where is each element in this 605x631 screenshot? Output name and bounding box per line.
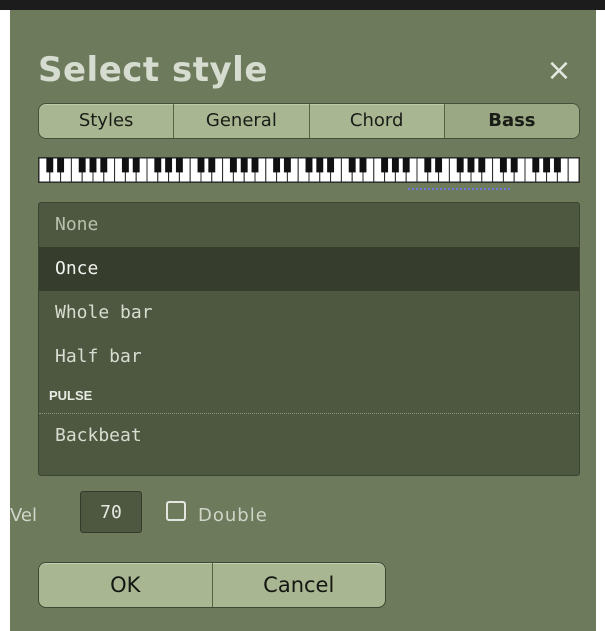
- piano-black-key[interactable]: [478, 158, 486, 173]
- piano-black-key[interactable]: [327, 158, 335, 173]
- dialog-title: Select style: [38, 50, 268, 90]
- piano-black-key[interactable]: [391, 158, 399, 173]
- piano-black-key[interactable]: [348, 158, 356, 173]
- piano-black-key[interactable]: [381, 158, 389, 173]
- piano-black-key[interactable]: [100, 158, 108, 173]
- list-item-backbeat[interactable]: Backbeat: [39, 414, 579, 458]
- window-top-bar: [0, 0, 605, 10]
- list-item-half-bar[interactable]: Half bar: [39, 335, 579, 379]
- piano-black-key[interactable]: [46, 158, 54, 173]
- piano-black-key[interactable]: [154, 158, 162, 173]
- tab-styles[interactable]: Styles: [39, 104, 175, 138]
- select-style-dialog: Select style × Styles General Chord Bass…: [10, 10, 596, 631]
- piano-black-key[interactable]: [175, 158, 183, 173]
- close-icon[interactable]: ×: [544, 56, 574, 87]
- piano-black-key[interactable]: [229, 158, 237, 173]
- dialog-buttons: OK Cancel: [38, 562, 386, 608]
- piano-black-key[interactable]: [424, 158, 432, 173]
- piano-black-key[interactable]: [121, 158, 129, 173]
- piano-black-key[interactable]: [456, 158, 464, 173]
- cancel-button[interactable]: Cancel: [211, 563, 386, 607]
- piano-black-key[interactable]: [553, 158, 561, 173]
- double-label[interactable]: Double: [198, 505, 268, 526]
- velocity-input[interactable]: 70: [80, 491, 142, 533]
- piano-black-key[interactable]: [208, 158, 216, 173]
- list-item-whole-bar[interactable]: Whole bar: [39, 291, 579, 335]
- ok-button[interactable]: OK: [39, 563, 212, 607]
- piano-black-key[interactable]: [435, 158, 443, 173]
- velocity-label: Vel: [10, 505, 37, 526]
- keyboard-range-marker: [408, 188, 510, 190]
- piano-black-key[interactable]: [132, 158, 140, 173]
- tab-chord[interactable]: Chord: [310, 104, 445, 138]
- piano-keyboard-graphic: [39, 158, 579, 182]
- tab-bar: Styles General Chord Bass: [38, 103, 580, 139]
- piano-black-key[interactable]: [510, 158, 518, 173]
- double-checkbox[interactable]: [166, 501, 186, 521]
- tab-bass[interactable]: Bass: [444, 104, 579, 138]
- list-item-once[interactable]: Once: [39, 247, 579, 291]
- tab-general[interactable]: General: [174, 104, 310, 138]
- piano-black-key[interactable]: [78, 158, 86, 173]
- section-header-pulse: PULSE: [39, 379, 579, 414]
- piano-black-key[interactable]: [359, 158, 367, 173]
- piano-black-key[interactable]: [543, 158, 551, 173]
- piano-keyboard[interactable]: [38, 157, 580, 183]
- piano-black-key[interactable]: [197, 158, 205, 173]
- style-list: None Once Whole bar Half bar PULSE Backb…: [38, 202, 580, 476]
- piano-black-key[interactable]: [316, 158, 324, 173]
- piano-black-key[interactable]: [251, 158, 259, 173]
- piano-black-key[interactable]: [283, 158, 291, 173]
- piano-black-key[interactable]: [402, 158, 410, 173]
- piano-black-key[interactable]: [57, 158, 65, 173]
- piano-black-key[interactable]: [532, 158, 540, 173]
- piano-white-key[interactable]: [567, 158, 579, 182]
- piano-black-key[interactable]: [240, 158, 248, 173]
- piano-black-key[interactable]: [499, 158, 507, 173]
- piano-black-key[interactable]: [165, 158, 173, 173]
- piano-black-key[interactable]: [305, 158, 313, 173]
- piano-black-key[interactable]: [89, 158, 97, 173]
- list-item-none[interactable]: None: [39, 203, 579, 247]
- piano-black-key[interactable]: [467, 158, 475, 173]
- piano-black-key[interactable]: [273, 158, 281, 173]
